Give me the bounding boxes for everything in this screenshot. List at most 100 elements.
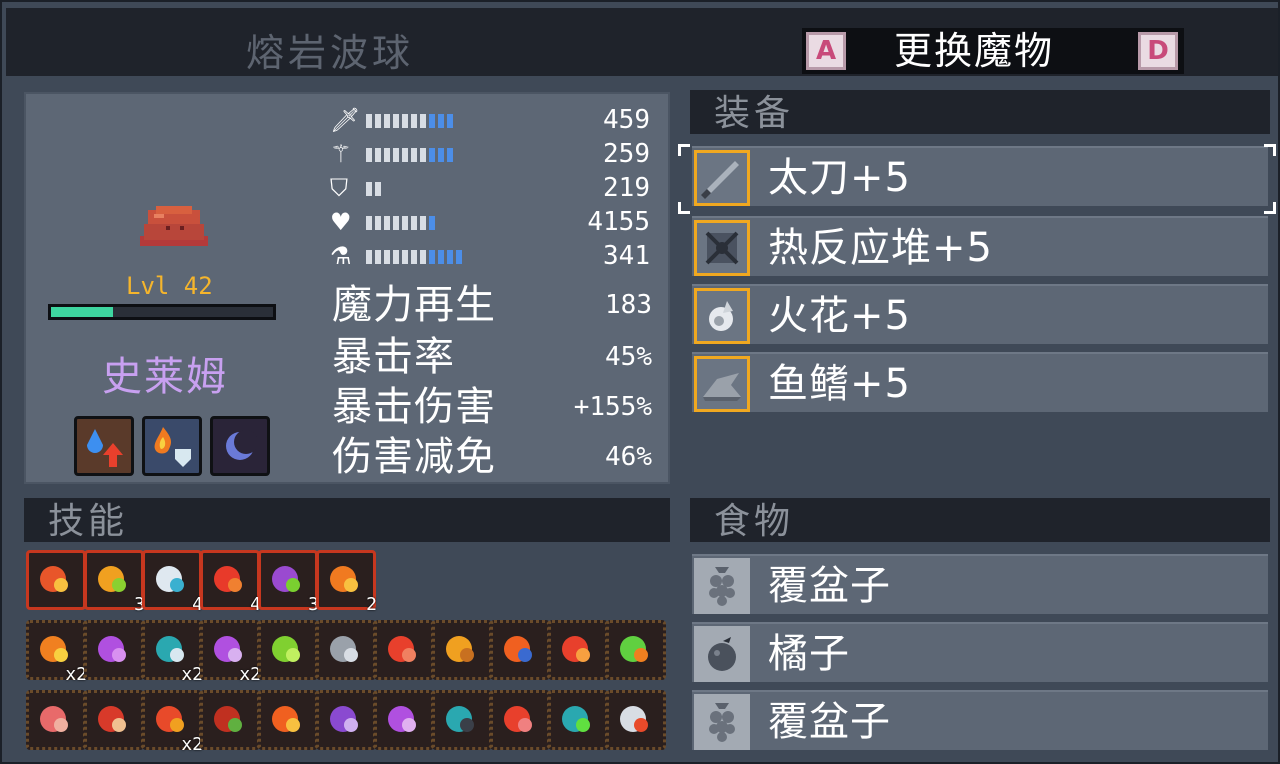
equipment-label: 鱼鳍+5 — [768, 361, 911, 407]
strength-icon[interactable] — [374, 620, 434, 680]
skill-glyph — [272, 706, 300, 732]
skill-glyph — [620, 706, 648, 732]
water-buff-icon[interactable] — [74, 416, 134, 476]
moon-buff-icon[interactable] — [210, 416, 270, 476]
heart-icon[interactable] — [84, 620, 144, 680]
xp-bar-fill — [51, 307, 114, 317]
derived-stat-row: 魔力再生 183 — [332, 280, 652, 332]
equipment-slot[interactable]: 热反应堆+5 — [692, 216, 1268, 276]
fire-figure-icon[interactable] — [548, 620, 608, 680]
green-staff-icon[interactable] — [258, 620, 318, 680]
spark-icon — [694, 288, 750, 344]
lava-shield-icon[interactable] — [26, 550, 86, 610]
crosshair-icon[interactable] — [432, 620, 492, 680]
skill-glyph — [214, 566, 242, 592]
green-flame-icon[interactable] — [606, 620, 666, 680]
skill-glyph — [388, 706, 416, 732]
equipment-slot[interactable]: 太刀+5 — [678, 144, 1276, 214]
skill-glyph — [98, 566, 126, 592]
mana-value: 341 — [603, 241, 650, 271]
redhead-icon[interactable] — [84, 690, 144, 750]
equipment-slot[interactable]: 鱼鳍+5 — [692, 352, 1268, 412]
food-slot[interactable]: 橘子 — [692, 622, 1268, 682]
derived-label: 暴击率 — [332, 334, 455, 380]
ring-icon[interactable] — [548, 690, 608, 750]
skill-glyph — [272, 566, 300, 592]
slime-sprite — [140, 206, 208, 246]
skill-glyph — [562, 706, 590, 732]
target-icon[interactable]: x2 — [142, 690, 203, 755]
skill-glyph — [330, 706, 358, 732]
food-label: 橘子 — [768, 631, 850, 677]
derived-value: 46% — [605, 442, 652, 472]
food-label: 覆盆子 — [768, 699, 891, 745]
skill-glyph — [156, 566, 184, 592]
skill-glyph — [504, 706, 532, 732]
magic-value: 259 — [603, 139, 650, 169]
health-stat: ♥ 4155 — [330, 208, 650, 238]
magic-pips — [366, 148, 453, 162]
flame-sword-icon[interactable] — [490, 620, 550, 680]
skill-glyph — [388, 636, 416, 662]
derived-value: +155% — [573, 392, 652, 422]
skill-glyph — [98, 636, 126, 662]
red-gem-icon[interactable] — [490, 690, 550, 750]
fire-heart-icon[interactable]: 3 — [84, 550, 145, 615]
claw-icon[interactable] — [26, 690, 86, 750]
monster-title: 熔岩波球 — [246, 31, 415, 75]
wave-icon[interactable]: 4 — [142, 550, 203, 615]
skills-header: 技能 — [24, 498, 670, 542]
food-slot[interactable]: 覆盆子 — [692, 554, 1268, 614]
skill-glyph — [562, 636, 590, 662]
shield-stat-icon: ⛉ — [330, 174, 348, 202]
fin-icon — [694, 356, 750, 412]
derived-value: 45% — [605, 342, 652, 372]
raspberry-icon — [694, 694, 750, 750]
hammer-icon[interactable] — [432, 690, 492, 750]
defense-pips — [366, 182, 381, 196]
skill-glyph — [214, 706, 242, 732]
derived-label: 伤害减免 — [332, 434, 496, 480]
skill-glyph — [446, 636, 474, 662]
equipment-label: 热反应堆+5 — [768, 225, 993, 271]
mana-up-icon[interactable] — [374, 690, 434, 750]
monster-stats-panel: Lvl 42 史莱姆 🗡 459 ⚚ 259 ⛉ 219 ♥ 4155 ⚗ 34… — [24, 92, 670, 484]
equipment-slot[interactable]: 火花+5 — [692, 284, 1268, 344]
potion-icon[interactable] — [200, 690, 260, 750]
prev-monster-button[interactable]: A — [806, 32, 846, 70]
katana-icon — [694, 150, 750, 206]
reactor-icon — [694, 220, 750, 276]
skill-glyph — [330, 566, 358, 592]
inventory-window: 熔岩波球 A 更换魔物 D Lvl 42 史莱姆 🗡 459 ⚚ 259 ⛉ 2… — [0, 0, 1280, 764]
selection-corner — [1264, 202, 1276, 214]
selection-corner — [678, 202, 690, 214]
skill-glyph — [504, 636, 532, 662]
poison-flask-icon[interactable]: 3 — [258, 550, 319, 615]
skill-glyph — [446, 706, 474, 732]
equipment-header: 装备 — [690, 90, 1270, 134]
derived-stat-row: 暴击伤害 +155% — [332, 382, 652, 434]
equipment-header-label: 装备 — [714, 93, 795, 134]
shield-orb-icon[interactable]: x2 — [142, 620, 203, 685]
mana-stat: ⚗ 341 — [330, 242, 650, 272]
wand-icon: ⚚ — [330, 140, 352, 168]
food-label: 覆盆子 — [768, 563, 891, 609]
fire-spark-icon[interactable]: x2 — [26, 620, 87, 685]
attack-value: 459 — [603, 105, 650, 135]
mana-flask-icon[interactable]: x2 — [200, 620, 261, 685]
rune-icon[interactable] — [316, 690, 376, 750]
shield-icon[interactable] — [606, 690, 666, 750]
fire-claw-icon[interactable]: 2 — [316, 550, 377, 615]
skill-glyph — [330, 636, 358, 662]
heart-stat-icon: ♥ — [330, 208, 352, 236]
raspberry-icon — [694, 558, 750, 614]
next-monster-button[interactable]: D — [1138, 32, 1178, 70]
equipment-label: 火花+5 — [768, 293, 911, 339]
fire-shield-buff-icon[interactable] — [142, 416, 202, 476]
monster-name: 史莱姆 — [102, 354, 228, 400]
food-slot[interactable]: 覆盆子 — [692, 690, 1268, 750]
fire-drops-icon[interactable]: 4 — [200, 550, 261, 615]
sword-skull-icon[interactable] — [316, 620, 376, 680]
double-fire-icon[interactable] — [258, 690, 318, 750]
swap-monster-control: A 更换魔物 D — [802, 28, 1184, 74]
